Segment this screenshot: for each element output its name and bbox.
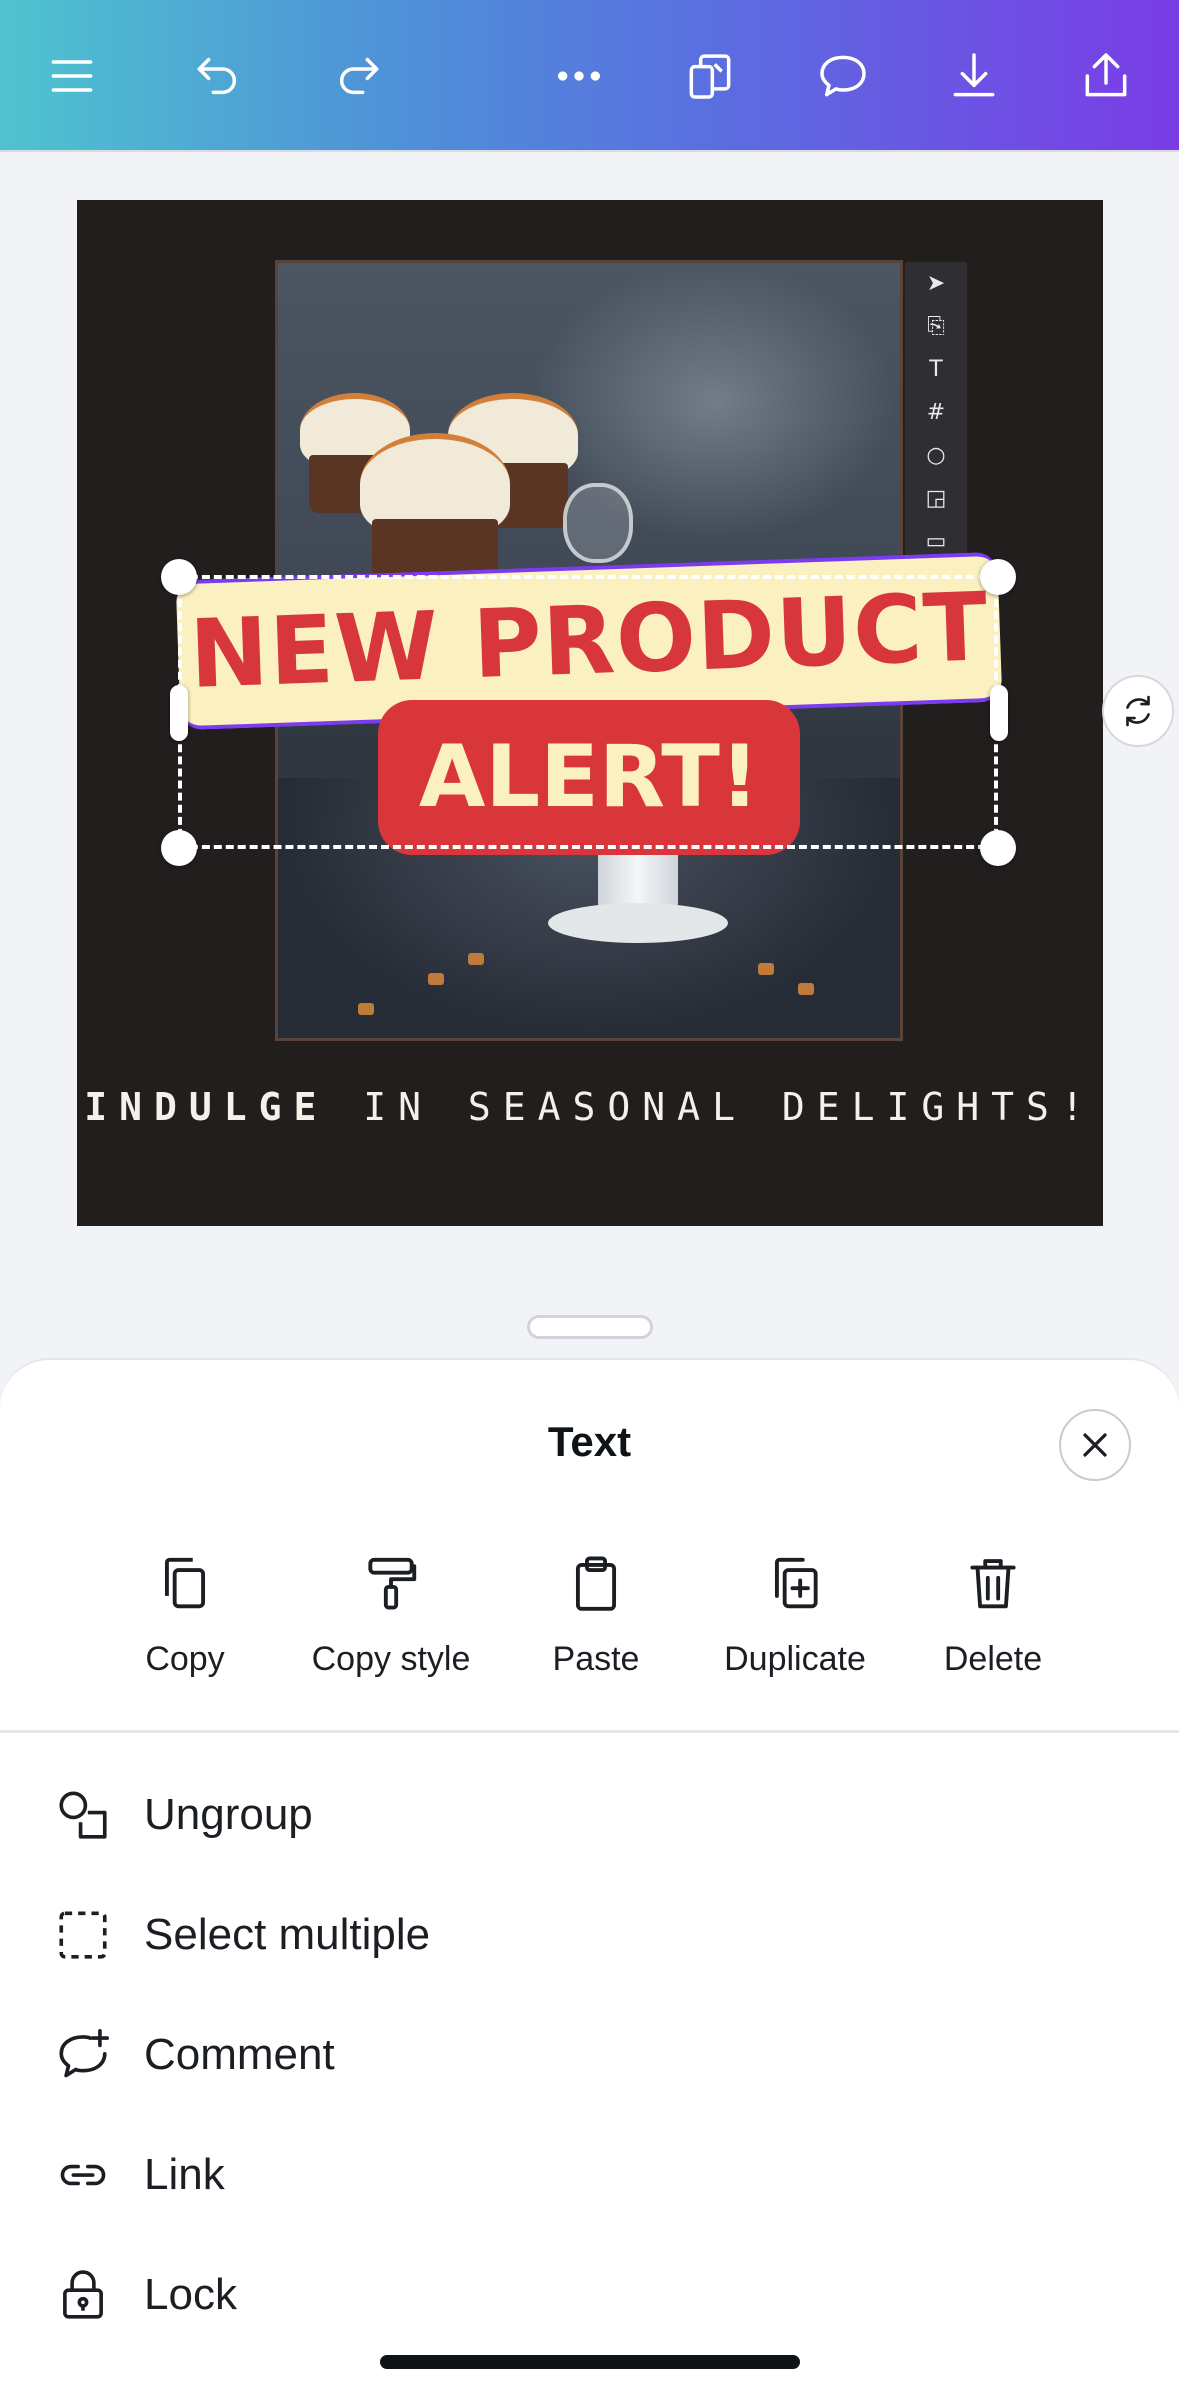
link-icon [52, 2144, 114, 2206]
rotate-icon[interactable] [1102, 675, 1174, 747]
sheet-title: Text [547, 1418, 632, 1465]
more-icon[interactable] [543, 36, 615, 116]
delete-button[interactable]: Delete [893, 1552, 1093, 1679]
circle-icon[interactable]: ○ [905, 434, 967, 477]
glass-lid [563, 483, 633, 563]
trash-icon [970, 1559, 1016, 1609]
pointer-icon[interactable]: ➤ [905, 262, 967, 305]
menu-label: Link [144, 2150, 225, 2199]
undo-icon[interactable] [182, 36, 254, 116]
grid-icon[interactable]: # [905, 391, 967, 434]
design-tool-strip: ➤ ⎘ T # ○ ◲ ▭ [905, 262, 967, 562]
lock-icon [52, 2264, 114, 2326]
resize-handle-left[interactable] [170, 685, 188, 741]
tagline-rest: IN SEASONAL DELIGHTS! [328, 1085, 1096, 1129]
redo-icon[interactable] [322, 36, 394, 116]
resize-handle-top-left[interactable] [161, 559, 197, 595]
tagline[interactable]: INDULGE IN SEASONAL DELIGHTS! [77, 1085, 1103, 1129]
top-toolbar [0, 0, 1179, 152]
home-indicator [380, 2355, 800, 2369]
comment-add-icon [52, 2024, 114, 2086]
clipboard-icon [575, 1556, 617, 1611]
duplicate-icon [774, 1557, 818, 1609]
delete-label: Delete [943, 1640, 1043, 1678]
paint-roller-icon [368, 1557, 417, 1610]
resize-handle-right[interactable] [990, 685, 1008, 741]
menu-item-link[interactable]: Link [0, 2120, 1179, 2230]
copy-icon [164, 1557, 206, 1609]
frame-icon[interactable]: ◲ [905, 477, 967, 520]
close-icon [1083, 1433, 1107, 1457]
duplicate-button[interactable]: Duplicate [695, 1552, 895, 1679]
close-button[interactable] [1059, 1409, 1131, 1481]
copy-label: Copy [145, 1640, 225, 1678]
menu-label: Comment [144, 2030, 335, 2079]
menu-icon[interactable] [36, 36, 108, 116]
menu-label: Select multiple [144, 1910, 431, 1959]
download-icon[interactable] [938, 36, 1010, 116]
resize-handle-bottom-right[interactable] [980, 830, 1016, 866]
share-icon[interactable] [1070, 36, 1142, 116]
menu-item-lock[interactable]: Lock [0, 2240, 1179, 2350]
pages-icon[interactable] [674, 36, 746, 116]
paste-button[interactable]: Paste [496, 1552, 696, 1679]
copy-page-icon[interactable]: ⎘ [905, 305, 967, 348]
text-tool-icon[interactable]: T [905, 348, 967, 391]
duplicate-label: Duplicate [724, 1640, 866, 1678]
tagline-bold: INDULGE [84, 1085, 329, 1129]
comment-icon[interactable] [807, 36, 879, 116]
resize-handle-bottom-left[interactable] [161, 830, 197, 866]
menu-item-comment[interactable]: Comment [0, 2000, 1179, 2110]
menu-label: Ungroup [144, 1790, 313, 1839]
menu-item-ungroup[interactable]: Ungroup [0, 1760, 1179, 1870]
copy-style-label: Copy style [311, 1640, 471, 1678]
copy-button[interactable]: Copy [85, 1552, 285, 1679]
paste-label: Paste [552, 1640, 640, 1678]
menu-item-select-multiple[interactable]: Select multiple [0, 1880, 1179, 1990]
selection-box[interactable] [178, 575, 998, 849]
menu-label: Lock [144, 2270, 237, 2319]
sheet-divider [0, 1730, 1179, 1733]
select-multiple-icon [52, 1904, 114, 1966]
ungroup-icon [52, 1784, 114, 1846]
quick-actions: Copy Copy style Paste Duplicate Delete [0, 1552, 1179, 1692]
copy-style-button[interactable]: Copy style [291, 1552, 491, 1679]
resize-handle-top-right[interactable] [980, 559, 1016, 595]
sheet-drag-handle[interactable] [527, 1315, 653, 1339]
